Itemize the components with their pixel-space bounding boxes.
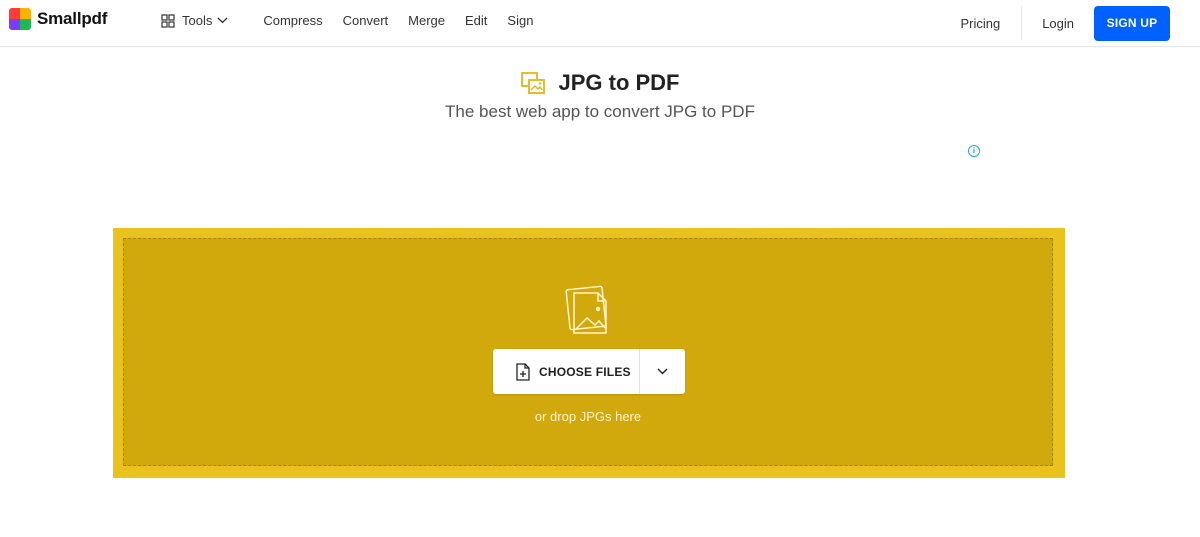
chevron-down-icon xyxy=(217,17,228,24)
info-icon[interactable]: i xyxy=(968,145,980,157)
brand-logo[interactable]: Smallpdf xyxy=(9,8,107,30)
page-subtitle: The best web app to convert JPG to PDF xyxy=(445,102,755,121)
pricing-link[interactable]: Pricing xyxy=(960,16,1000,31)
account-nav: Pricing Login SIGN UP xyxy=(960,0,1170,46)
nav-compress[interactable]: Compress xyxy=(263,13,322,28)
tools-label: Tools xyxy=(182,13,213,28)
choose-files-button[interactable]: CHOOSE FILES xyxy=(493,349,639,394)
top-header: Smallpdf Tools Compress Convert Merge Ed… xyxy=(0,0,1200,47)
nav-divider xyxy=(1021,6,1023,40)
tools-menu[interactable]: Tools xyxy=(161,13,235,28)
nav-merge[interactable]: Merge xyxy=(408,13,445,28)
brand-name: Smallpdf xyxy=(37,9,108,28)
jpg-icon xyxy=(521,72,546,94)
nav-convert[interactable]: Convert xyxy=(343,13,389,28)
source-dropdown-button[interactable] xyxy=(640,349,685,394)
nav-sign[interactable]: Sign xyxy=(507,13,533,28)
drop-hint-text: or drop JPGs here xyxy=(534,409,642,424)
grid-icon xyxy=(161,13,175,28)
file-add-icon xyxy=(516,362,530,381)
chevron-down-icon xyxy=(657,368,668,375)
login-link[interactable]: Login xyxy=(1042,16,1074,31)
page-title: JPG to PDF xyxy=(558,70,680,95)
dropzone-inner[interactable]: CHOOSE FILES or drop JPGs here xyxy=(123,238,1053,466)
smallpdf-logo-icon xyxy=(9,8,31,30)
file-dropzone[interactable]: CHOOSE FILES or drop JPGs here xyxy=(113,228,1065,478)
page-title-row: JPG to PDF xyxy=(0,70,1200,96)
main-nav: Tools Compress Convert Merge Edit Sign xyxy=(161,13,553,28)
choose-files-label: CHOOSE FILES xyxy=(539,364,631,379)
nav-edit[interactable]: Edit xyxy=(465,13,487,28)
images-icon xyxy=(565,285,607,334)
signup-button[interactable]: SIGN UP xyxy=(1094,5,1170,41)
choose-files-group: CHOOSE FILES xyxy=(493,349,685,394)
